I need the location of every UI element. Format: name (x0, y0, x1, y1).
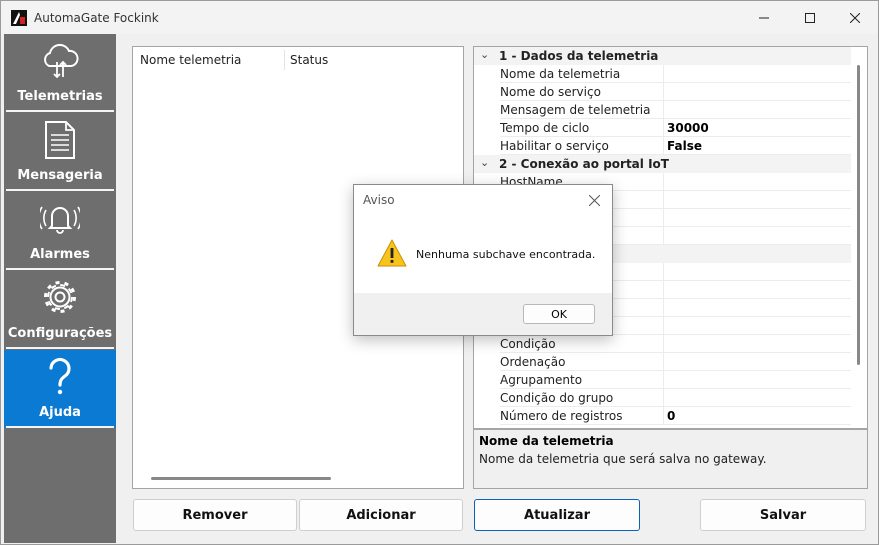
property-category[interactable]: ⌄ 1 - Dados da telemetria (474, 47, 851, 65)
grid-divider (663, 299, 664, 317)
grid-divider (663, 137, 664, 155)
grid-divider (663, 65, 664, 83)
category-label: 1 - Dados da telemetria (499, 49, 659, 63)
property-value[interactable]: False (667, 139, 702, 153)
maximize-icon (804, 12, 815, 23)
category-label: 2 - Conexão ao portal IoT (499, 157, 669, 171)
sidebar: Telemetrias Mensageria Alarmes Configura… (4, 34, 116, 543)
save-button[interactable]: Salvar (700, 499, 866, 531)
chevron-down-icon[interactable]: ⌄ (480, 48, 489, 61)
question-icon (49, 357, 71, 395)
grid-divider (663, 227, 664, 245)
property-row[interactable]: Mensagem de telemetria (474, 101, 851, 119)
grid-divider (663, 209, 664, 227)
property-row[interactable]: Ordenação (474, 353, 851, 371)
property-name: Habilitar o serviço (500, 139, 609, 153)
column-header-status[interactable]: Status (290, 47, 328, 73)
sidebar-item-mensageria[interactable]: Mensageria (4, 113, 116, 191)
gear-icon (44, 281, 76, 313)
grid-divider (663, 191, 664, 209)
minimize-button[interactable] (741, 1, 786, 34)
remove-button[interactable]: Remover (133, 499, 297, 531)
warning-icon (377, 239, 407, 267)
divider (6, 110, 114, 112)
divider (6, 426, 114, 428)
property-name: Condição do grupo (500, 391, 614, 405)
update-button[interactable]: Atualizar (474, 499, 640, 531)
add-button[interactable]: Adicionar (299, 499, 463, 531)
title-bar: AutomaGate Fockink (1, 1, 878, 34)
property-row[interactable]: Nome da telemetria (474, 65, 851, 83)
property-name: Tempo de ciclo (500, 121, 590, 135)
property-name: Ordenação (500, 355, 566, 369)
close-icon (588, 194, 600, 206)
grid-divider (663, 173, 664, 191)
property-row[interactable]: Habilitar o serviço False (474, 137, 851, 155)
window-title: AutomaGate Fockink (34, 11, 159, 25)
dialog-footer: OK (354, 293, 612, 335)
property-row[interactable]: Tempo de ciclo 30000 (474, 119, 851, 137)
dialog-close-button[interactable] (584, 190, 604, 210)
column-header-nome[interactable]: Nome telemetria (140, 47, 241, 73)
grid-divider (663, 83, 664, 101)
sidebar-item-label: Ajuda (39, 405, 81, 420)
grid-divider (663, 317, 664, 335)
close-button[interactable] (832, 1, 877, 34)
property-row[interactable]: Condição do grupo (474, 389, 851, 407)
property-name: Mensagem de telemetria (500, 103, 651, 117)
bell-icon (40, 206, 80, 234)
grid-divider (663, 371, 664, 389)
grid-divider (663, 119, 664, 137)
grid-divider (663, 353, 664, 371)
grid-divider (663, 263, 664, 281)
sidebar-item-ajuda[interactable]: Ajuda (4, 350, 116, 428)
grid-divider (663, 335, 664, 353)
sidebar-item-label: Configurações (7, 326, 113, 341)
grid-divider (663, 281, 664, 299)
dialog-message: Nenhuma subchave encontrada. (416, 248, 596, 261)
warning-dialog: Aviso Nenhuma subchave encontrada. OK (353, 184, 613, 336)
sidebar-item-label: Telemetrias (17, 89, 103, 104)
sidebar-item-label: Alarmes (30, 247, 90, 262)
close-icon (849, 12, 860, 23)
divider (6, 347, 114, 349)
property-row[interactable]: Nome do serviço (474, 83, 851, 101)
property-row[interactable]: Agrupamento (474, 371, 851, 389)
sidebar-item-alarmes[interactable]: Alarmes (4, 192, 116, 270)
minimize-icon (758, 17, 769, 18)
property-name: Nome do serviço (500, 85, 601, 99)
property-category[interactable]: ⌄ 2 - Conexão ao portal IoT (474, 155, 851, 173)
app-window: AutomaGate Fockink Telemetrias Mensageri… (0, 0, 879, 545)
property-name: Nome da telemetria (500, 67, 621, 81)
document-icon (45, 121, 75, 159)
grid-divider (663, 389, 664, 407)
grid-divider (663, 101, 664, 119)
property-name: Condição (500, 337, 556, 351)
sidebar-item-configuracoes[interactable]: Configurações (4, 271, 116, 349)
horizontal-scrollbar[interactable] (151, 477, 331, 480)
property-row[interactable]: Condição (474, 335, 851, 353)
property-value[interactable]: 30000 (667, 121, 709, 135)
app-logo-icon (11, 10, 27, 26)
ok-button[interactable]: OK (523, 304, 595, 324)
divider (6, 268, 114, 270)
sidebar-item-label: Mensageria (17, 168, 103, 183)
chevron-down-icon[interactable]: ⌄ (480, 156, 489, 169)
divider (6, 189, 114, 191)
property-row[interactable]: Número de registros 0 (474, 407, 851, 425)
description-text: Nome da telemetria que será salva no gat… (479, 452, 767, 466)
vertical-scrollbar[interactable] (857, 65, 860, 365)
sidebar-item-telemetrias[interactable]: Telemetrias (4, 34, 116, 112)
property-name: Número de registros (500, 409, 623, 423)
dialog-title: Aviso (363, 193, 395, 207)
property-value[interactable]: 0 (667, 409, 675, 423)
property-description: Nome da telemetria Nome da telemetria qu… (473, 429, 868, 489)
description-title: Nome da telemetria (479, 434, 614, 448)
grid-divider (500, 424, 851, 425)
cloud-sync-icon (44, 43, 79, 79)
property-name: Agrupamento (500, 373, 583, 387)
maximize-button[interactable] (787, 1, 832, 34)
grid-divider (663, 407, 664, 425)
column-divider (284, 50, 285, 70)
